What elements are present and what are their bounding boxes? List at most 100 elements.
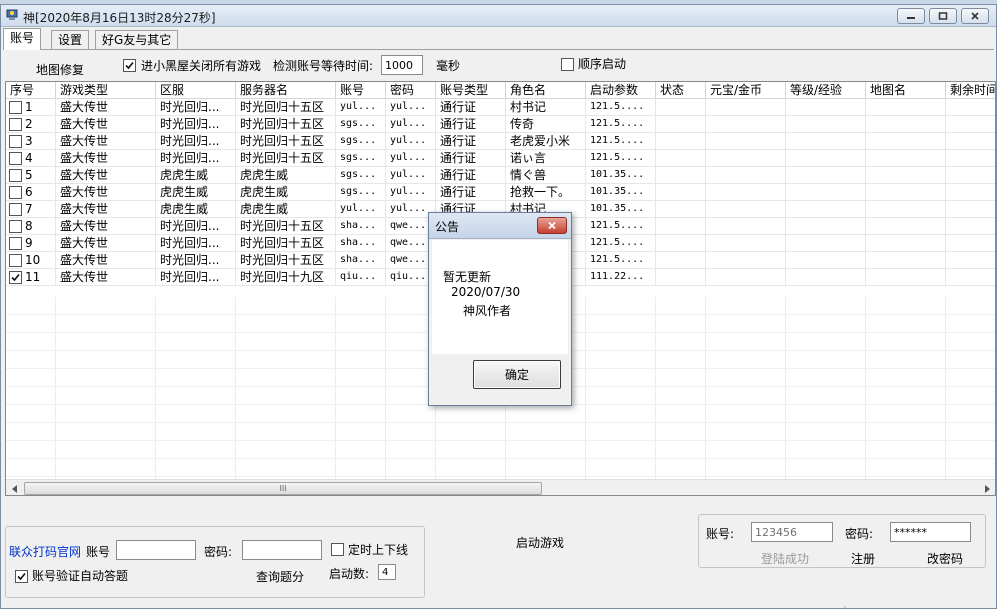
- captcha-password-input[interactable]: [242, 540, 322, 560]
- table-cell: yul...: [386, 99, 436, 116]
- row-checkbox[interactable]: [9, 135, 22, 148]
- table-cell: 盛大传世: [56, 99, 156, 116]
- sequential-start-label: 顺序启动: [578, 57, 627, 71]
- column-header[interactable]: 账号类型: [436, 82, 506, 99]
- check-icon: [125, 61, 134, 70]
- scroll-thumb[interactable]: III: [24, 482, 542, 495]
- column-header[interactable]: 序号: [6, 82, 56, 99]
- table-cell: [706, 133, 786, 150]
- horizontal-scrollbar[interactable]: III: [6, 479, 995, 495]
- login-status: 登陆成功: [761, 552, 810, 566]
- table-row[interactable]: 4 盛大传世 时光回归... 时光回归十五区 sgs... yul... 通行证 诺ぃ言 121…: [6, 150, 995, 167]
- captcha-account-input[interactable]: [116, 540, 196, 560]
- table-cell: 村书记: [506, 99, 586, 116]
- window-title: 神[2020年8月16日13时28分27秒]: [23, 11, 216, 25]
- column-header[interactable]: 账号: [336, 82, 386, 99]
- minimize-button[interactable]: [897, 8, 925, 24]
- table-cell: 时光回归...: [156, 150, 236, 167]
- close-button[interactable]: [961, 8, 989, 24]
- table-cell: 时光回归...: [156, 116, 236, 133]
- auto-answer-checkbox[interactable]: [15, 570, 28, 583]
- table-cell: yul...: [336, 99, 386, 116]
- row-index: 4: [25, 151, 33, 165]
- column-header[interactable]: 等级/经验: [786, 82, 866, 99]
- row-checkbox[interactable]: [9, 118, 22, 131]
- table-cell: [656, 150, 706, 167]
- table-cell: [786, 252, 866, 269]
- table-cell: [786, 133, 866, 150]
- row-checkbox[interactable]: [9, 203, 22, 216]
- query-score-button[interactable]: 查询题分: [256, 569, 304, 585]
- table-cell: [706, 235, 786, 252]
- row-index: 10: [25, 253, 41, 267]
- column-header[interactable]: 剩余时间: [946, 82, 995, 99]
- tab-account[interactable]: 账号: [3, 28, 42, 50]
- table-cell: 时光回归十五区: [236, 99, 336, 116]
- table-cell: [946, 201, 995, 218]
- column-header[interactable]: 状态: [656, 82, 706, 99]
- start-game-button[interactable]: 启动游戏: [516, 534, 564, 551]
- row-checkbox[interactable]: [9, 220, 22, 233]
- login-account-input[interactable]: [751, 522, 833, 542]
- row-index-cell: 2: [6, 116, 56, 133]
- start-count-input[interactable]: [378, 564, 396, 580]
- row-checkbox[interactable]: [9, 152, 22, 165]
- register-button[interactable]: 注册: [851, 551, 875, 567]
- column-header[interactable]: 地图名: [866, 82, 946, 99]
- table-cell: [656, 99, 706, 116]
- table-cell: [706, 99, 786, 116]
- change-password-button[interactable]: 改密码: [927, 551, 963, 567]
- table-row[interactable]: 5 盛大传世 虎虎生威 虎虎生威 sgs... yul... 通行证 情ぐ兽 101.35...: [6, 167, 995, 184]
- blackhouse-close-label: 进小黑屋关闭所有游戏: [141, 59, 262, 73]
- column-header[interactable]: 启动参数: [586, 82, 656, 99]
- table-cell: [656, 133, 706, 150]
- blackhouse-close-checkbox[interactable]: [123, 59, 136, 72]
- dialog-line-3: 神风作者: [463, 304, 512, 318]
- row-index-cell: 5: [6, 167, 56, 184]
- scroll-left-arrow[interactable]: [6, 480, 23, 495]
- column-header[interactable]: 元宝/金币: [706, 82, 786, 99]
- row-index-cell: 7: [6, 201, 56, 218]
- captcha-site-link[interactable]: 联众打码官网: [9, 544, 81, 560]
- scroll-right-arrow[interactable]: [978, 480, 995, 495]
- table-cell: [946, 269, 995, 286]
- table-cell: [656, 252, 706, 269]
- map-repair-button[interactable]: 地图修复: [36, 62, 84, 78]
- table-cell: [946, 150, 995, 167]
- row-checkbox[interactable]: [9, 101, 22, 114]
- maximize-button[interactable]: [929, 8, 957, 24]
- login-password-input[interactable]: [890, 522, 971, 542]
- start-count-label: 启动数:: [329, 567, 370, 581]
- sequential-start-checkbox[interactable]: [561, 58, 574, 71]
- row-checkbox[interactable]: [9, 186, 22, 199]
- row-checkbox[interactable]: [9, 271, 22, 284]
- column-header[interactable]: 密码: [386, 82, 436, 99]
- row-checkbox[interactable]: [9, 237, 22, 250]
- column-header[interactable]: 角色名: [506, 82, 586, 99]
- table-cell: [656, 184, 706, 201]
- tab-settings[interactable]: 设置: [51, 30, 90, 49]
- captcha-password-label: 密码:: [204, 545, 233, 559]
- grid-header: 序号 游戏类型 区服 服务器名 账号 密码 账号类型 角色名 启动参数 状态 元宝/金币 等级/经验地…: [6, 82, 995, 99]
- row-index-cell: 1: [6, 99, 56, 116]
- timed-online-checkbox[interactable]: [331, 543, 344, 556]
- table-cell: [706, 218, 786, 235]
- table-cell: 盛大传世: [56, 252, 156, 269]
- row-checkbox[interactable]: [9, 254, 22, 267]
- dialog-close-button[interactable]: [537, 217, 567, 234]
- wait-time-input[interactable]: [381, 55, 423, 75]
- table-cell: [786, 201, 866, 218]
- tab-friends-other[interactable]: 好G友与其它: [95, 30, 179, 49]
- row-checkbox[interactable]: [9, 169, 22, 182]
- table-row[interactable]: 2 盛大传世 时光回归... 时光回归十五区 sgs... yul... 通行证 传奇 121.…: [6, 116, 995, 133]
- column-header[interactable]: 游戏类型: [56, 82, 156, 99]
- dialog-ok-button[interactable]: 确定: [473, 360, 561, 389]
- table-row[interactable]: 1 盛大传世 时光回归... 时光回归十五区 yul... yul... 通行证 村书记 121…: [6, 99, 995, 116]
- table-row[interactable]: 6 盛大传世 虎虎生威 虎虎生威 sgs... yul... 通行证 抢救一下。 101.35.…: [6, 184, 995, 201]
- table-cell: yul...: [336, 201, 386, 218]
- column-header[interactable]: 区服: [156, 82, 236, 99]
- table-row[interactable]: 3 盛大传世 时光回归... 时光回归十五区 sgs... yul... 通行证 老虎爱小米 1…: [6, 133, 995, 150]
- table-cell: yul...: [386, 150, 436, 167]
- table-cell: 老虎爱小米: [506, 133, 586, 150]
- column-header[interactable]: 服务器名: [236, 82, 336, 99]
